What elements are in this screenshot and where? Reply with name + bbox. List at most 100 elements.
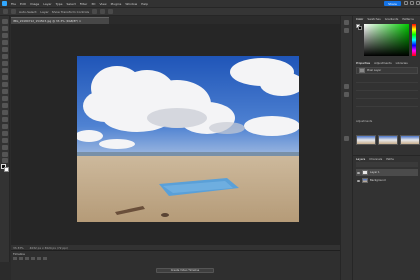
next-frame-icon[interactable] [31,257,35,260]
properties-row [356,88,418,91]
layer-row[interactable]: Background [356,177,418,184]
layers-filter-bar[interactable] [356,162,418,167]
align-right-icon[interactable] [108,9,114,14]
tab-color[interactable]: Color [356,17,363,21]
background-color-swatch[interactable] [4,167,9,172]
layer-name[interactable]: Background [370,179,385,182]
type-tool-icon[interactable] [2,131,8,136]
workspace-icon[interactable] [410,1,414,5]
prev-frame-icon[interactable] [19,257,23,260]
brush-settings-icon[interactable] [344,136,349,141]
hand-tool-icon[interactable] [2,152,8,157]
menu-file[interactable]: File [11,2,16,6]
frame-tool-icon[interactable] [2,54,8,59]
layer-name[interactable]: Layer 1 [370,171,380,174]
color-picker-field[interactable] [364,24,409,56]
healing-brush-tool-icon[interactable] [2,68,8,73]
menu-view[interactable]: View [99,2,106,6]
adjustment-preset-thumb[interactable] [400,135,420,145]
move-tool-icon[interactable] [2,19,8,24]
rectangle-tool-icon[interactable] [2,145,8,150]
title-bar: File Edit Image Layer Type Select Filter… [0,0,420,7]
blur-tool-icon[interactable] [2,110,8,115]
home-icon[interactable] [3,9,8,14]
menu-filter[interactable]: Filter [80,2,87,6]
eraser-tool-icon[interactable] [2,96,8,101]
photoshop-logo-icon[interactable] [2,1,7,6]
timeline-title[interactable]: Timeline [13,252,25,256]
menu-help[interactable]: Help [141,2,148,6]
character-icon[interactable] [344,84,349,89]
gradient-tool-icon[interactable] [2,103,8,108]
adjustments-label[interactable]: Adjustments [356,120,372,123]
tab-layers[interactable]: Layers [356,157,365,161]
canvas-workspace[interactable] [11,24,340,244]
layer-thumbnail [362,170,368,175]
options-bar: Auto-Select: Layer Show Transform Contro… [0,7,420,16]
history-brush-tool-icon[interactable] [2,89,8,94]
menu-plugins[interactable]: Plugins [111,2,122,6]
adjustment-preset-thumb[interactable] [356,135,376,145]
tab-swatches[interactable]: Swatches [367,17,380,21]
first-frame-icon[interactable] [13,257,17,260]
align-left-icon[interactable] [92,9,98,14]
menu-edit[interactable]: Edit [20,2,26,6]
eyedropper-tool-icon[interactable] [2,61,8,66]
brush-tool-icon[interactable] [2,75,8,80]
tab-gradients[interactable]: Gradients [385,17,399,21]
tab-libraries[interactable]: Libraries [396,61,408,65]
transform-controls-checkbox[interactable]: Show Transform Controls [52,10,89,14]
menu-select[interactable]: Select [67,2,76,6]
paragraph-icon[interactable] [344,92,349,97]
menu-image[interactable]: Image [30,2,39,6]
path-selection-tool-icon[interactable] [2,138,8,143]
align-center-icon[interactable] [100,9,106,14]
lasso-tool-icon[interactable] [2,33,8,38]
properties-row [356,96,418,99]
pen-tool-icon[interactable] [2,124,8,129]
share-button[interactable]: Share [384,1,401,6]
move-tool-icon[interactable] [11,9,16,14]
settings-icon[interactable] [43,257,47,260]
tab-channels[interactable]: Channels [369,157,382,161]
tab-adjustments[interactable]: Adjustments [374,61,392,65]
create-video-timeline-button[interactable]: Create Video Timeline [156,268,214,273]
background-swatch-mini[interactable] [358,26,362,30]
auto-select-label[interactable]: Auto-Select: [19,10,37,14]
audio-icon[interactable] [37,257,41,260]
document-info[interactable]: 4032 px x 3024 px (72 ppi) [30,246,68,250]
tab-patterns[interactable]: Patterns [402,17,414,21]
properties-panel-tabs: Properties Adjustments Libraries [353,60,420,66]
history-icon[interactable] [344,20,349,25]
timeline-controls [13,257,47,260]
actions-icon[interactable] [344,28,349,33]
dodge-tool-icon[interactable] [2,117,8,122]
eye-icon[interactable] [357,171,360,174]
layer-thumbnail [362,178,368,183]
hue-slider[interactable] [412,24,416,56]
tab-properties[interactable]: Properties [356,61,370,65]
menu-type[interactable]: Type [56,2,63,6]
menu-layer[interactable]: Layer [43,2,51,6]
clone-stamp-tool-icon[interactable] [2,82,8,87]
close-icon[interactable] [416,1,420,5]
tab-paths[interactable]: Paths [386,157,394,161]
layer-row[interactable]: Layer 1 [356,169,418,176]
tools-panel [0,16,10,262]
eye-icon[interactable] [357,179,360,182]
layer-dropdown[interactable]: Layer [40,10,48,14]
search-icon[interactable] [404,1,408,5]
play-icon[interactable] [25,257,29,260]
adjustment-preset-thumb[interactable] [378,135,398,145]
document-tab[interactable]: IMG_20180712_154503.jpg @ 33.3% (RGB/8*)… [11,17,109,24]
zoom-level[interactable]: 33.33% [13,246,24,250]
marquee-tool-icon[interactable] [2,26,8,31]
quick-select-tool-icon[interactable] [2,40,8,45]
menu-3d[interactable]: 3D [91,2,95,6]
beach-photo-canvas[interactable] [77,56,299,222]
zoom-tool-icon[interactable] [2,158,8,163]
layer-kind-row: Pixel Layer [356,67,418,74]
crop-tool-icon[interactable] [2,47,8,52]
layers-panel-tabs: Layers Channels Paths [353,155,420,162]
menu-window[interactable]: Window [125,2,137,6]
